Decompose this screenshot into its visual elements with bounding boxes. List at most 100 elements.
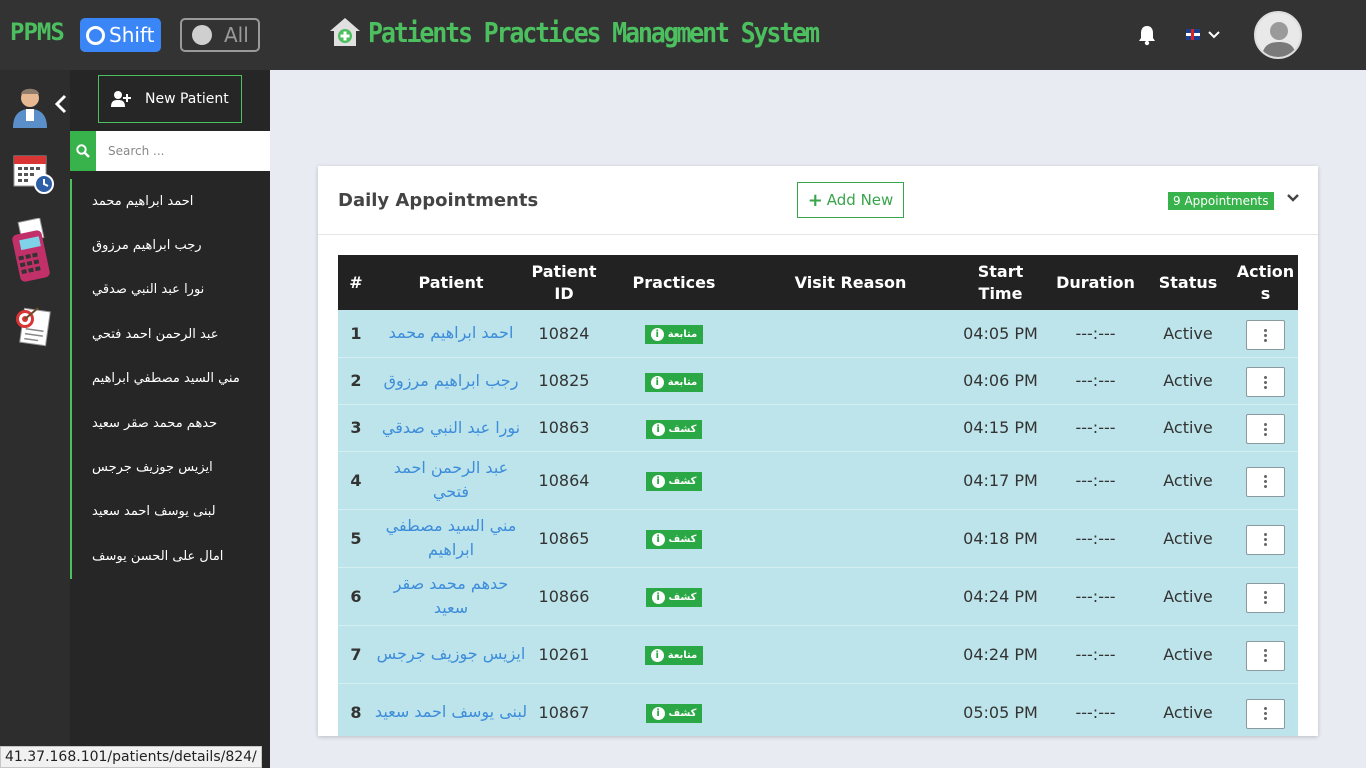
patient-cell: احمد ابراهيم محمد [374, 310, 528, 358]
chevron-down-icon[interactable] [1286, 190, 1300, 209]
table-row: 1 احمد ابراهيم محمد 10824 i متابعة 04:05 PM --… [338, 310, 1298, 358]
patient-list-item[interactable]: حدهم محمد صقر سعيد [72, 401, 270, 445]
appointments-count-badge: 9 Appointments [1168, 192, 1274, 210]
doctor-icon[interactable] [10, 84, 56, 130]
row-actions-button[interactable] [1246, 640, 1285, 671]
row-actions-button[interactable] [1246, 524, 1285, 555]
kebab-dot-icon [1264, 596, 1267, 600]
patient-id-cell: 10866 [528, 567, 600, 626]
patient-link[interactable]: مني السيد مصطفي ابراهيم [386, 516, 517, 559]
patient-list-item[interactable]: احمد ابراهيم محمد [72, 179, 270, 223]
patient-list-item[interactable]: رجب ابراهيم مرزوق [72, 223, 270, 267]
patient-id-cell: 10824 [528, 310, 600, 358]
patient-list-item[interactable]: امال على الحسن يوسف [72, 534, 270, 578]
app-title: Patients Practices Managment System [328, 16, 820, 48]
start-time-cell: 04:05 PM [953, 310, 1048, 358]
patient-list-item[interactable]: عبد الرحمن احمد فتحي [72, 312, 270, 356]
patient-id-cell: 10864 [528, 451, 600, 510]
language-selector[interactable] [1186, 29, 1220, 40]
kebab-dot-icon [1264, 601, 1267, 605]
kebab-dot-icon [1264, 659, 1267, 663]
practice-cell: i كشف [600, 683, 748, 736]
search-input[interactable] [96, 131, 270, 171]
all-label: All [224, 23, 249, 47]
info-icon: i [650, 375, 664, 389]
report-target-icon[interactable] [10, 304, 56, 350]
user-avatar[interactable] [1254, 11, 1302, 59]
kebab-dot-icon [1264, 432, 1267, 436]
all-toggle[interactable]: All [180, 18, 260, 52]
row-number: 2 [338, 357, 374, 405]
practice-label: كشف [668, 423, 697, 435]
table-row: 7 ايزيس جوزيف جرجس 10261 i متابعة 04:24 PM ---… [338, 625, 1298, 684]
row-actions-button[interactable] [1246, 320, 1285, 350]
practice-badge[interactable]: i متابعة [644, 325, 704, 345]
status-cell: Active [1143, 567, 1233, 626]
col-header-start-time: Start Time [953, 255, 1048, 310]
patient-cell: رجب ابراهيم مرزوق [374, 357, 528, 405]
practice-label: متابعة [667, 650, 698, 661]
patient-link[interactable]: نورا عبد النبي صدقي [382, 418, 520, 437]
search-icon[interactable] [70, 131, 96, 171]
duration-cell: ---:--- [1048, 683, 1143, 736]
practice-cell: i كشف [600, 509, 748, 568]
patient-list-item[interactable]: ايزيس جوزيف جرجس [72, 445, 270, 489]
patient-link[interactable]: احمد ابراهيم محمد [389, 323, 514, 342]
row-number: 4 [338, 451, 374, 510]
patient-link[interactable]: ايزيس جوزيف جرجس [377, 644, 526, 663]
practice-badge[interactable]: i كشف [645, 530, 703, 549]
table-row: 2 رجب ابراهيم مرزوق 10825 i متابعة 04:06 PM --… [338, 357, 1298, 405]
brand-logo[interactable]: PPMS [10, 18, 65, 46]
practice-badge[interactable]: i متابعة [644, 372, 704, 392]
practice-badge[interactable]: i كشف [645, 419, 703, 439]
patient-id-cell: 10825 [528, 357, 600, 405]
patient-cell: نورا عبد النبي صدقي [374, 404, 528, 452]
kebab-dot-icon [1264, 427, 1267, 431]
patient-search [70, 131, 270, 171]
patient-id-cell: 10261 [528, 625, 600, 684]
start-time-cell: 04:15 PM [953, 404, 1048, 452]
patient-link[interactable]: لبنى يوسف احمد سعيد [375, 702, 527, 721]
start-time-cell: 04:17 PM [953, 451, 1048, 510]
uk-flag-icon [1186, 29, 1200, 40]
kebab-dot-icon [1264, 533, 1267, 537]
kebab-dot-icon [1264, 385, 1267, 389]
chevron-down-icon [1208, 30, 1220, 38]
patient-list-item[interactable]: مني السيد مصطفي ابراهيم [72, 357, 270, 401]
patient-list-item[interactable]: نورا عبد النبي صدقي [72, 268, 270, 312]
add-new-label: Add New [826, 191, 894, 209]
row-actions-button[interactable] [1246, 582, 1285, 613]
top-bar: PPMS Shift All Patients Practices Managm… [0, 0, 1366, 70]
notifications-bell-icon[interactable] [1137, 24, 1157, 50]
add-new-button[interactable]: + Add New [797, 182, 904, 218]
row-actions-button[interactable] [1246, 698, 1285, 729]
row-actions-button[interactable] [1246, 414, 1285, 445]
patient-link[interactable]: حدهم محمد صقر سعيد [394, 574, 509, 617]
practice-label: متابعة [667, 376, 698, 388]
practice-badge[interactable]: i كشف [645, 472, 703, 491]
actions-cell [1233, 404, 1298, 452]
patient-list-item[interactable]: لبنى يوسف احمد سعيد [72, 490, 270, 534]
practice-badge[interactable]: i متابعة [644, 646, 704, 665]
clinic-home-icon [330, 18, 360, 46]
duration-cell: ---:--- [1048, 357, 1143, 405]
visit-reason-cell [748, 625, 953, 684]
kebab-dot-icon [1264, 591, 1267, 595]
patient-link[interactable]: عبد الرحمن احمد فتحي [394, 458, 508, 501]
patient-cell: ايزيس جوزيف جرجس [374, 625, 528, 684]
calendar-clock-icon[interactable] [10, 150, 56, 196]
practice-badge[interactable]: i كشف [645, 704, 703, 723]
patient-id-cell: 10865 [528, 509, 600, 568]
patient-cell: عبد الرحمن احمد فتحي [374, 451, 528, 510]
chevron-left-icon[interactable] [54, 94, 68, 118]
new-patient-button[interactable]: New Patient [98, 75, 242, 123]
practice-badge[interactable]: i كشف [645, 588, 703, 607]
payment-terminal-icon[interactable] [10, 217, 56, 282]
shift-toggle[interactable]: Shift [80, 18, 161, 52]
patient-link[interactable]: رجب ابراهيم مرزوق [384, 371, 519, 390]
kebab-dot-icon [1264, 338, 1267, 342]
row-actions-button[interactable] [1246, 367, 1285, 398]
practice-label: كشف [668, 592, 697, 603]
row-actions-button[interactable] [1246, 466, 1285, 497]
info-icon: i [651, 707, 665, 720]
